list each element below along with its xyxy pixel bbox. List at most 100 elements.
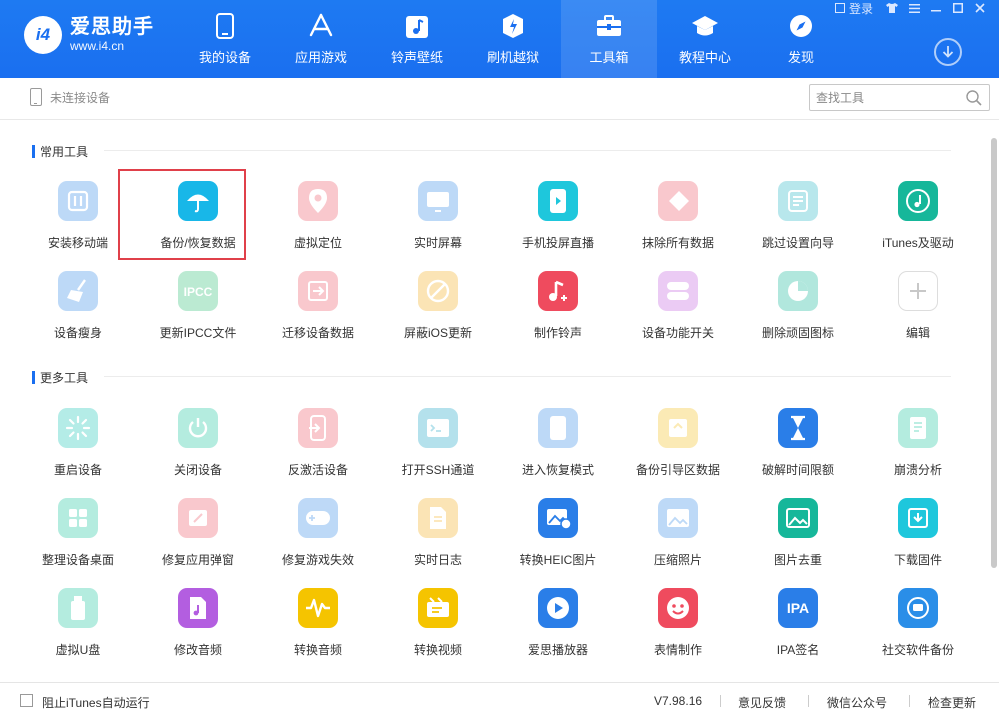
footer-separator <box>909 695 910 707</box>
restart-icon <box>58 408 98 448</box>
tool-social-backup[interactable]: 社交软件备份 <box>858 588 978 668</box>
tool-block-update[interactable]: 屏蔽iOS更新 <box>378 271 498 351</box>
app-url: www.i4.cn <box>70 39 125 53</box>
tool-screen-cast[interactable]: 手机投屏直播 <box>498 181 618 261</box>
tool-recovery-mode[interactable]: 进入恢复模式 <box>498 408 618 488</box>
nav-item-1[interactable]: 应用游戏 <box>273 0 369 78</box>
tool-ipa-sign[interactable]: IPA IPA签名 <box>738 588 858 668</box>
tool-search-input[interactable] <box>810 85 960 110</box>
tool-screen-mirror[interactable]: 实时屏幕 <box>378 181 498 261</box>
nav-item-0[interactable]: 我的设备 <box>177 0 273 78</box>
tool-plus[interactable]: 编辑 <box>858 271 978 351</box>
login-button[interactable]: 登录 <box>834 0 873 17</box>
tool-label: 崩溃分析 <box>893 463 942 477</box>
video-convert-icon <box>418 588 458 628</box>
tool-ringtone[interactable]: 制作铃声 <box>498 271 618 351</box>
location-pin-icon <box>298 181 338 221</box>
feedback-link[interactable]: 意见反馈 <box>738 694 786 711</box>
tool-label: 修改音频 <box>173 643 222 657</box>
heic-convert-icon <box>538 498 578 538</box>
tool-video-convert[interactable]: 转换视频 <box>378 588 498 668</box>
section-common-title: 常用工具 <box>40 144 89 159</box>
tool-label: 爱思播放器 <box>527 643 588 657</box>
tool-label: iTunes及驱动 <box>882 236 954 250</box>
nav-item-5[interactable]: 教程中心 <box>657 0 753 78</box>
tool-umbrella[interactable]: 备份/恢复数据 <box>118 169 258 261</box>
tool-emoji[interactable]: 表情制作 <box>618 588 738 668</box>
tool-skip-guide[interactable]: 跳过设置向导 <box>738 181 858 261</box>
tool-ipcc[interactable]: IPCC 更新IPCC文件 <box>138 271 258 351</box>
check-update-link[interactable]: 检查更新 <box>928 694 976 711</box>
tool-firmware-download[interactable]: 下载固件 <box>858 498 978 578</box>
tool-usb-drive[interactable]: 虚拟U盘 <box>18 588 138 668</box>
firmware-download-icon <box>898 498 938 538</box>
tool-delete-icon[interactable]: 删除顽固图标 <box>738 271 858 351</box>
power-icon <box>178 408 218 448</box>
nav-label: 教程中心 <box>678 50 731 65</box>
tool-migrate[interactable]: 迁移设备数据 <box>258 271 378 351</box>
tool-hourglass[interactable]: 破解时间限额 <box>738 408 858 488</box>
tool-toggle-switch[interactable]: 设备功能开关 <box>618 271 738 351</box>
wechat-link[interactable]: 微信公众号 <box>827 694 887 711</box>
tool-gamepad[interactable]: 修复游戏失效 <box>258 498 378 578</box>
maximize-button[interactable] <box>947 0 969 16</box>
migrate-icon <box>298 271 338 311</box>
tool-label: 实时屏幕 <box>413 236 462 250</box>
content-scrollbar[interactable] <box>991 138 997 568</box>
tool-photo-dedupe[interactable]: 图片去重 <box>738 498 858 578</box>
tool-fix-popup[interactable]: 修复应用弹窗 <box>138 498 258 578</box>
tool-location-pin[interactable]: 虚拟定位 <box>258 181 378 261</box>
block-itunes-label: 阻止iTunes自动运行 <box>42 696 150 710</box>
section-more-header: 更多工具 <box>32 370 88 385</box>
search-icon[interactable] <box>965 89 983 107</box>
tool-audio-wave[interactable]: 转换音频 <box>258 588 378 668</box>
tool-label: 虚拟U盘 <box>55 643 101 657</box>
tool-restart[interactable]: 重启设备 <box>18 408 138 488</box>
download-manager-button[interactable] <box>934 38 962 66</box>
nav-item-4[interactable]: 工具箱 <box>561 0 657 78</box>
tool-crash-log[interactable]: 崩溃分析 <box>858 408 978 488</box>
tool-broom[interactable]: 设备瘦身 <box>18 271 138 351</box>
version-label: V7.98.16 <box>654 694 703 708</box>
nav-item-3[interactable]: 刷机越狱 <box>465 0 561 78</box>
skip-guide-icon <box>778 181 818 221</box>
minimize-button[interactable] <box>925 0 947 16</box>
tool-terminal[interactable]: 打开SSH通道 <box>378 408 498 488</box>
tool-photo-compress[interactable]: 压缩照片 <box>618 498 738 578</box>
block-itunes-checkbox[interactable] <box>20 694 33 707</box>
footer-separator <box>720 695 721 707</box>
tool-label: 反激活设备 <box>287 463 348 477</box>
screen-mirror-icon <box>418 181 458 221</box>
tool-grid-desktop[interactable]: 整理设备桌面 <box>18 498 138 578</box>
close-button[interactable] <box>969 0 991 16</box>
tool-label: 实时日志 <box>413 553 462 567</box>
install-app-icon <box>58 181 98 221</box>
plus-icon <box>898 271 938 311</box>
menu-button[interactable] <box>903 0 925 16</box>
tool-play-button[interactable]: 爱思播放器 <box>498 588 618 668</box>
tool-itunes[interactable]: iTunes及驱动 <box>858 181 978 261</box>
umbrella-icon <box>178 181 218 221</box>
tool-log-file[interactable]: 实时日志 <box>378 498 498 578</box>
tool-label: 抹除所有数据 <box>641 236 714 250</box>
tool-label: 制作铃声 <box>533 326 582 340</box>
device-status-text: 未连接设备 <box>50 90 111 105</box>
tool-heic-convert[interactable]: 转换HEIC图片 <box>498 498 618 578</box>
tool-eraser[interactable]: 抹除所有数据 <box>618 181 738 261</box>
tool-audio-edit[interactable]: 修改音频 <box>138 588 258 668</box>
close-icon <box>975 3 985 13</box>
ipa-sign-icon: IPA <box>778 588 818 628</box>
tool-boot-backup[interactable]: 备份引导区数据 <box>618 408 738 488</box>
nav-item-2[interactable]: 铃声壁纸 <box>369 0 465 78</box>
app-name: 爱思助手 <box>70 16 154 38</box>
crash-log-icon <box>898 408 938 448</box>
tool-power[interactable]: 关闭设备 <box>138 408 258 488</box>
section-marker <box>32 370 35 384</box>
login-icon <box>834 3 845 13</box>
tool-label: 备份/恢复数据 <box>160 236 236 250</box>
nav-label: 我的设备 <box>198 50 251 65</box>
tool-deactivate[interactable]: 反激活设备 <box>258 408 378 488</box>
menu-icon <box>908 3 920 13</box>
skin-button[interactable] <box>881 0 903 16</box>
play-button-icon <box>538 588 578 628</box>
